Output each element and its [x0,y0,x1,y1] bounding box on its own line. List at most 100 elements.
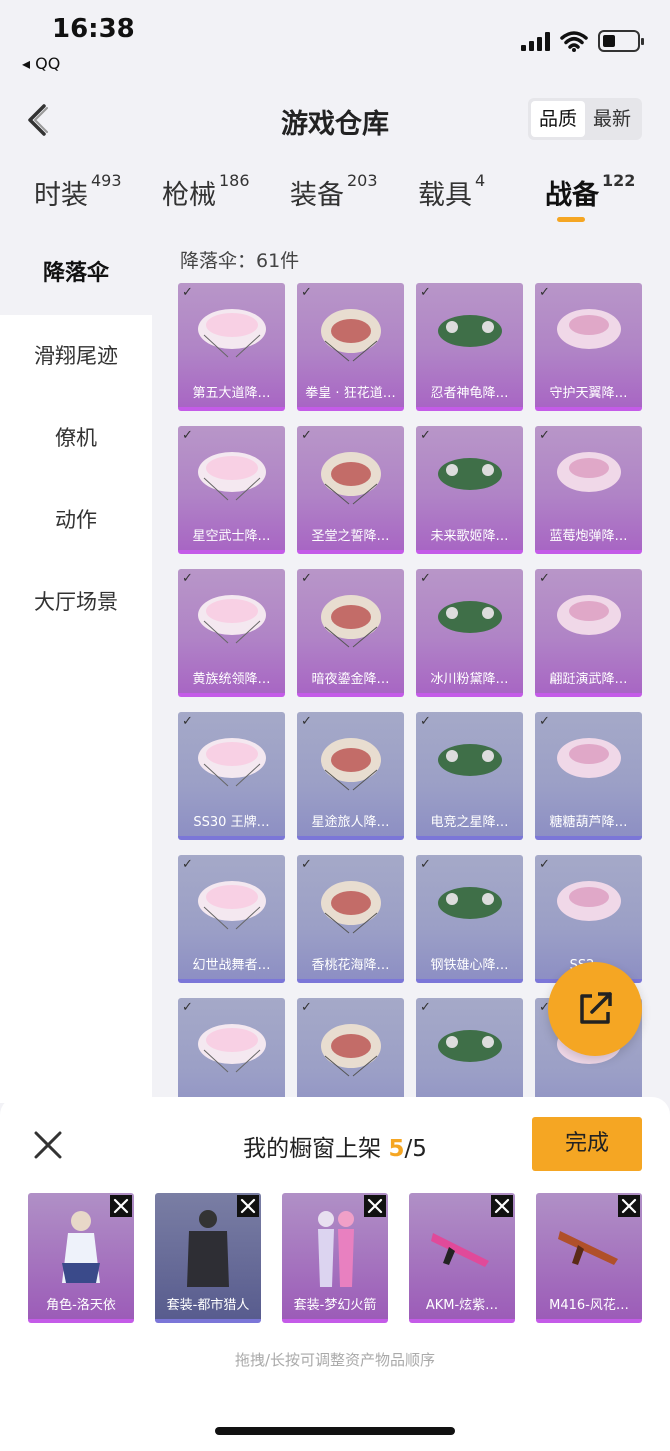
parachute-image [557,309,621,349]
remove-icon[interactable] [618,1195,640,1217]
done-button[interactable]: 完成 [532,1117,642,1171]
owned-check-icon: ✓ [301,428,312,443]
showcase-item-label: AKM-炫紫… [425,1298,499,1313]
showcase-sheet: 我的橱窗上架 5/5 完成 角色-洛天依 套装-都市猎人 套装-梦幻火箭 AKM-炫紫… [0,1097,670,1451]
owned-check-icon: ✓ [420,714,431,729]
item-image [431,1233,489,1267]
sort-quality-button[interactable]: 品质 [530,101,585,137]
sidebar-item-emote[interactable]: 动作 [0,479,152,561]
item-name: 暗夜鎏金降… [311,672,390,687]
showcase-item[interactable]: M416-风花… [536,1193,642,1323]
item-name: 黄族统领降… [192,672,271,687]
parachute-image [557,452,621,492]
subcategory-sidebar: 降落伞 滑翔尾迹 僚机 动作 大厅场景 [0,233,152,1103]
parachute-card[interactable]: ✓ 圣堂之誓降… [297,426,404,554]
tab-equipment[interactable]: 装备 203 [290,171,378,212]
parachute-card[interactable]: ✓ 蓝莓炮弹降… [535,426,642,554]
parachute-image [198,309,266,358]
showcase-shelf: 角色-洛天依 套装-都市猎人 套装-梦幻火箭 AKM-炫紫… M416-风花… [28,1193,648,1323]
share-button[interactable] [548,962,642,1056]
parachute-image [198,881,266,930]
parachute-card[interactable]: ✓ [416,998,523,1103]
parachute-image [438,744,502,776]
sort-newest-button[interactable]: 最新 [585,101,639,137]
parachute-card[interactable]: ✓ [297,998,404,1103]
parachute-image [321,1024,381,1077]
owned-check-icon: ✓ [182,571,193,586]
parachute-card[interactable]: ✓ 拳皇 · 狂花道… [297,283,404,411]
home-indicator[interactable] [215,1427,455,1435]
parachute-image [321,452,381,505]
parachute-card[interactable]: ✓ 忍者神龟降… [416,283,523,411]
showcase-item-label: 角色-洛天依 [46,1298,116,1313]
owned-check-icon: ✓ [182,285,193,300]
parachute-card[interactable]: ✓ 幻世战舞者… [178,855,285,983]
item-name: 翩跹演武降… [549,672,628,687]
sidebar-item-parachute[interactable]: 降落伞 [0,233,152,315]
showcase-item-label: 套装-都市猎人 [166,1298,250,1313]
item-image [62,1211,100,1283]
showcase-item[interactable]: AKM-炫紫… [409,1193,515,1323]
tab-label: 战备 [545,180,599,211]
parachute-card[interactable]: ✓ 守护天翼降… [535,283,642,411]
item-name: 忍者神龟降… [430,386,509,401]
parachute-card[interactable]: ✓ 电竞之星降… [416,712,523,840]
remove-icon[interactable] [364,1195,386,1217]
parachute-card[interactable]: ✓ 未来歌姬降… [416,426,523,554]
parachute-card[interactable]: ✓ 星途旅人降… [297,712,404,840]
tab-count: 4 [475,171,486,190]
parachute-card[interactable]: ✓ [178,998,285,1103]
item-name: 幻世战舞者… [192,958,271,973]
parachute-card[interactable]: ✓ 第五大道降… [178,283,285,411]
status-time: 16:38 [52,14,135,44]
sheet-title-text: 我的橱窗上架 [243,1136,389,1162]
remove-icon[interactable] [110,1195,132,1217]
item-name: 圣堂之誓降… [311,529,390,544]
parachute-image [557,595,621,635]
item-name: 糖糖葫芦降… [549,815,628,830]
reorder-hint: 拖拽/长按可调整资产物品顺序 [234,1351,436,1369]
parachute-card[interactable]: ✓ 钢铁雄心降… [416,855,523,983]
item-name: SS30 王牌… [193,815,270,830]
tab-weapons[interactable]: 枪械 186 [162,171,250,212]
owned-check-icon: ✓ [539,714,550,729]
battery-icon [598,30,644,52]
back-to-app-link[interactable]: ◂ QQ [22,54,60,73]
showcase-item[interactable]: 套装-都市猎人 [155,1193,261,1323]
item-name: 第五大道降… [192,386,271,401]
tab-battle-gear[interactable]: 战备 122 [545,171,635,222]
sidebar-item-lobby-scene[interactable]: 大厅场景 [0,561,152,643]
parachute-card[interactable]: ✓ 香桃花海降… [297,855,404,983]
item-name: 星途旅人降… [311,815,390,830]
sidebar-item-glide-trail[interactable]: 滑翔尾迹 [0,315,152,397]
item-name: 香桃花海降… [311,958,390,973]
item-name: 守护天翼降… [549,386,628,401]
parachute-card[interactable]: ✓ 暗夜鎏金降… [297,569,404,697]
sidebar-item-wingman[interactable]: 僚机 [0,397,152,479]
parachute-image [438,887,502,919]
tab-label: 枪械 [162,180,216,211]
remove-icon[interactable] [491,1195,513,1217]
nav-header: 游戏仓库 品质 最新 [0,90,670,154]
tab-vehicles[interactable]: 载具 4 [418,171,486,212]
item-name: 拳皇 · 狂花道… [305,386,396,401]
item-name: 冰川粉黛降… [430,672,509,687]
owned-check-icon: ✓ [301,571,312,586]
parachute-image [438,458,502,490]
remove-icon[interactable] [237,1195,259,1217]
tab-outfits[interactable]: 时装 493 [34,171,122,212]
category-tabs: 时装 493 枪械 186 装备 203 载具 4 战备 122 [0,165,670,231]
parachute-card[interactable]: ✓ 翩跹演武降… [535,569,642,697]
parachute-card[interactable]: ✓ 糖糖葫芦降… [535,712,642,840]
owned-check-icon: ✓ [301,1000,312,1015]
tab-label: 时装 [34,180,88,211]
showcase-item[interactable]: 角色-洛天依 [28,1193,134,1323]
parachute-card[interactable]: ✓ 星空武士降… [178,426,285,554]
showcase-item[interactable]: 套装-梦幻火箭 [282,1193,388,1323]
parachute-image [557,881,621,921]
parachute-card[interactable]: ✓ SS30 王牌… [178,712,285,840]
item-name: 蓝莓炮弹降… [549,529,628,544]
parachute-card[interactable]: ✓ 黄族统领降… [178,569,285,697]
parachute-card[interactable]: ✓ 冰川粉黛降… [416,569,523,697]
share-icon [580,992,612,1024]
